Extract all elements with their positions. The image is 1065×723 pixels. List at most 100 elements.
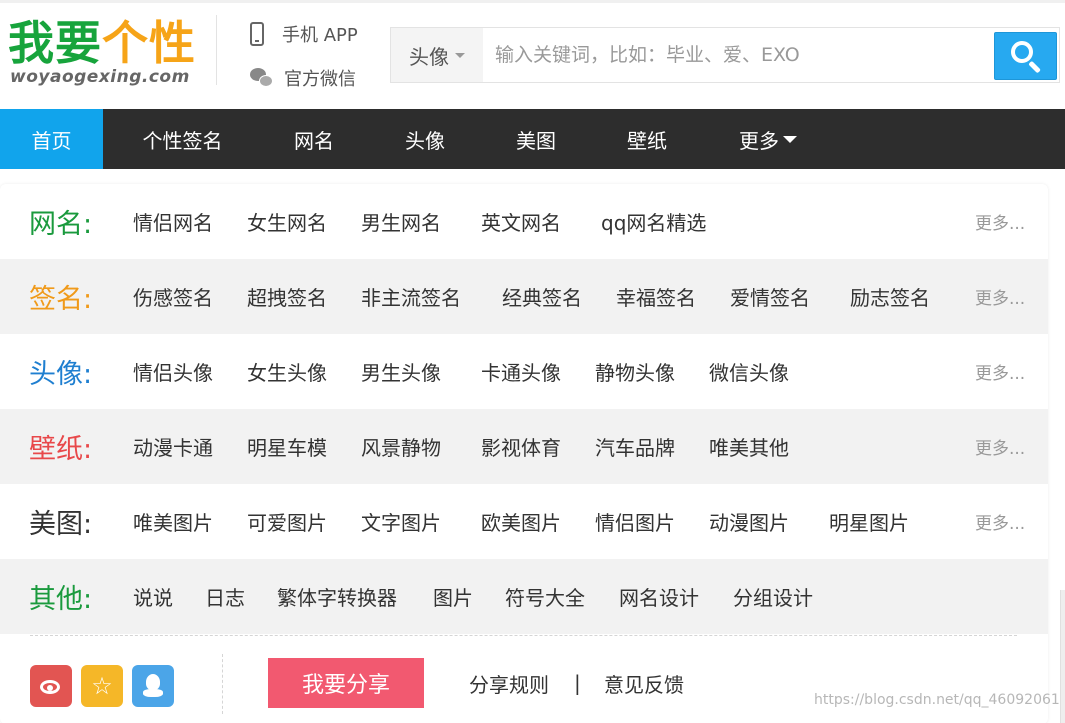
more-link[interactable]: 更多... [975,484,1025,559]
category-link[interactable]: 情侣网名 [133,184,213,259]
category-row-nickname: 网名: 情侣网名 女生网名 男生网名 英文网名 qq网名精选 更多... [0,184,1048,259]
category-link[interactable]: 情侣图片 [595,484,675,559]
category-link[interactable]: 女生网名 [247,184,327,259]
category-panel: 网名: 情侣网名 女生网名 男生网名 英文网名 qq网名精选 更多... 签名:… [0,184,1048,723]
weibo-icon [38,676,64,696]
nav-item-signature[interactable]: 个性签名 [125,109,240,169]
more-link[interactable]: 更多... [975,259,1025,334]
share-qq-button[interactable] [132,665,174,707]
category-row-avatar: 头像: 情侣头像 女生头像 男生头像 卡通头像 静物头像 微信头像 更多... [0,334,1048,409]
search-category-label: 头像 [409,44,449,69]
category-link[interactable]: 欧美图片 [481,484,561,559]
category-link[interactable]: 女生头像 [247,334,327,409]
official-wechat-link[interactable]: 官方微信 [250,65,356,91]
category-link[interactable]: 男生头像 [361,334,441,409]
category-link[interactable]: 明星图片 [829,484,909,559]
dashed-divider [30,635,1017,636]
category-link[interactable]: 唯美图片 [133,484,213,559]
mobile-app-link[interactable]: 手机 APP [250,21,358,47]
footer-divider [222,654,223,714]
category-label: 其他: [29,584,93,615]
category-label: 美图: [29,509,93,540]
nav-item-wallpaper[interactable]: 壁纸 [603,109,691,169]
nav-item-label: 首页 [31,128,72,153]
category-link[interactable]: 励志签名 [850,259,930,334]
category-link[interactable]: 文字图片 [361,484,441,559]
star-icon: ☆ [91,672,113,700]
nav-item-label: 美图 [516,128,556,153]
share-weibo-button[interactable] [30,665,72,707]
nav-item-label: 网名 [294,128,334,153]
chevron-down-icon [455,52,465,58]
search-icon [1009,39,1043,74]
category-link[interactable]: 说说 [133,559,173,634]
feedback-link[interactable]: 意见反馈 [604,658,684,708]
more-link[interactable]: 更多... [975,409,1025,484]
category-link[interactable]: 微信头像 [709,334,789,409]
category-link[interactable]: 汽车品牌 [595,409,675,484]
category-link[interactable]: 静物头像 [595,334,675,409]
logo-title-part2: 个性 [102,16,196,70]
nav-item-label: 更多 [739,128,779,153]
category-link[interactable]: 爱情签名 [730,259,810,334]
qq-penguin-icon [143,674,163,698]
category-link[interactable]: 超拽签名 [247,259,327,334]
nav-item-label: 壁纸 [627,128,667,153]
category-link[interactable]: 可爱图片 [247,484,327,559]
header-divider [216,15,217,85]
search-button[interactable] [994,32,1057,80]
official-wechat-label: 官方微信 [284,69,356,90]
wechat-icon [250,68,274,88]
search-input[interactable] [483,28,983,82]
search-category-select[interactable]: 头像 [391,28,483,82]
category-label: 头像: [29,359,93,390]
site-logo[interactable]: 我要个性 woyaogexing.com [8,17,198,89]
category-link[interactable]: 符号大全 [505,559,585,634]
category-link[interactable]: 非主流签名 [361,259,461,334]
category-link[interactable]: 明星车模 [247,409,327,484]
category-link[interactable]: 男生网名 [361,184,441,259]
link-separator: | [574,671,581,695]
chevron-down-icon [783,135,797,143]
category-link[interactable]: 日志 [205,559,245,634]
category-row-signature: 签名: 伤感签名 超拽签名 非主流签名 经典签名 幸福签名 爱情签名 励志签名 … [0,259,1048,334]
nav-item-avatar[interactable]: 头像 [381,109,469,169]
category-link[interactable]: 风景静物 [361,409,441,484]
category-label: 壁纸: [29,434,93,465]
nav-item-home[interactable]: 首页 [0,109,103,169]
nav-item-more[interactable]: 更多 [722,109,814,169]
phone-icon [250,22,264,46]
logo-title-part1: 我要 [8,16,102,70]
logo-url: woyaogexing.com [10,67,190,87]
category-link[interactable]: 卡通头像 [481,334,561,409]
nav-item-label: 个性签名 [142,128,223,153]
category-link[interactable]: 伤感签名 [133,259,213,334]
category-link[interactable]: 情侣头像 [133,334,213,409]
category-link[interactable]: 网名设计 [619,559,699,634]
category-row-other: 其他: 说说 日志 繁体字转换器 图片 符号大全 网名设计 分组设计 [0,559,1048,634]
category-link[interactable]: 分组设计 [733,559,813,634]
share-button[interactable]: 我要分享 [268,658,424,708]
share-rules-link[interactable]: 分享规则 [469,658,549,708]
category-link[interactable]: qq网名精选 [601,184,706,259]
nav-item-pictures[interactable]: 美图 [492,109,580,169]
category-link[interactable]: 影视体育 [481,409,561,484]
category-link[interactable]: 经典签名 [502,259,582,334]
page-edge [1060,590,1065,723]
category-link[interactable]: 动漫图片 [709,484,789,559]
category-row-pictures: 美图: 唯美图片 可爱图片 文字图片 欧美图片 情侣图片 动漫图片 明星图片 更… [0,484,1048,559]
more-link[interactable]: 更多... [975,334,1025,409]
category-link[interactable]: 繁体字转换器 [277,559,397,634]
category-link[interactable]: 幸福签名 [616,259,696,334]
search-box: 头像 [390,27,1060,83]
nav-item-nickname[interactable]: 网名 [270,109,358,169]
category-row-wallpaper: 壁纸: 动漫卡通 明星车模 风景静物 影视体育 汽车品牌 唯美其他 更多... [0,409,1048,484]
logo-title: 我要个性 [8,17,196,69]
favorite-button[interactable]: ☆ [81,665,123,707]
nav-item-label: 头像 [405,128,445,153]
category-link[interactable]: 英文网名 [481,184,561,259]
category-link[interactable]: 动漫卡通 [133,409,213,484]
category-link[interactable]: 唯美其他 [709,409,789,484]
category-link[interactable]: 图片 [433,559,473,634]
more-link[interactable]: 更多... [975,184,1025,259]
